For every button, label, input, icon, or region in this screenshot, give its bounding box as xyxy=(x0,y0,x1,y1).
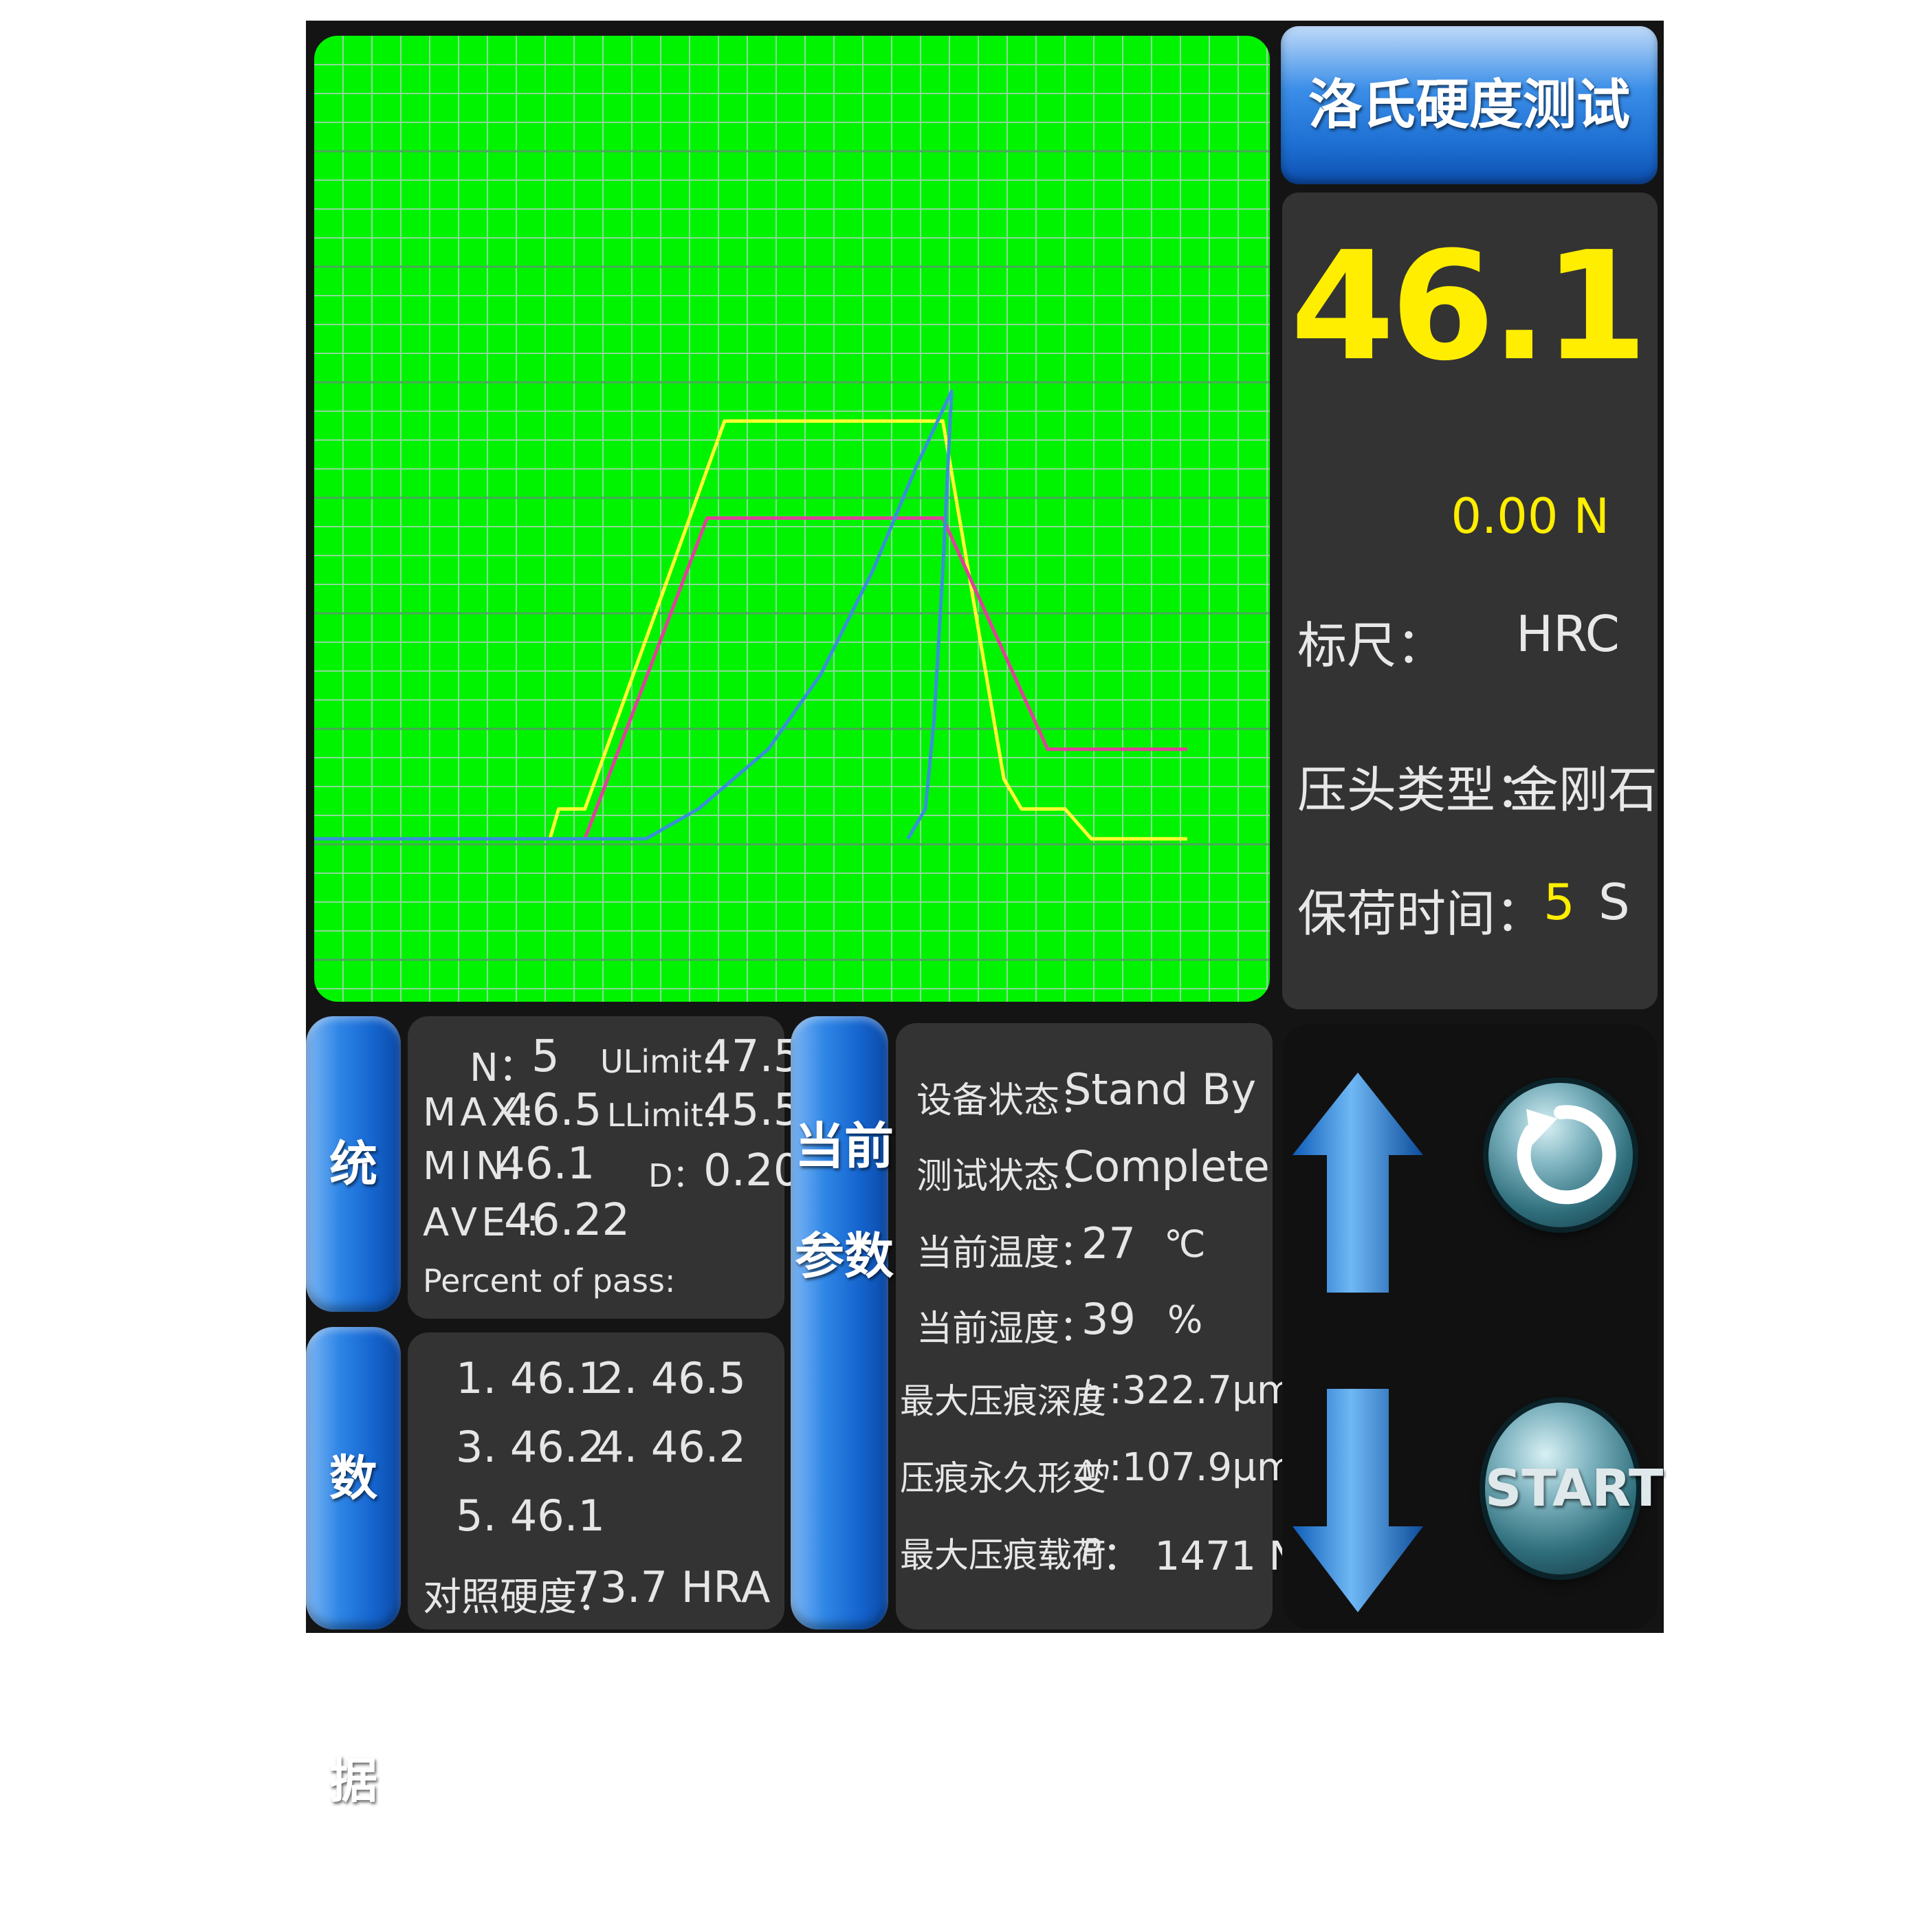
data-item-5: 5. 46.1 xyxy=(456,1491,605,1541)
stats-panel: N： 5 MAX: 46.5 MIN: 46.1 AVE : 46.22 Per… xyxy=(408,1016,802,1319)
indenter-value: 金刚石 xyxy=(1509,761,1658,819)
chart-series-1 xyxy=(314,419,1187,841)
reference-hardness-value: 73.7 HRA xyxy=(573,1562,771,1612)
permanent-deformation-symbol: Δh xyxy=(1076,1455,1111,1485)
params-panel: 设备状态： Stand By 测试状态： Complete 当前温度： 27 ℃… xyxy=(896,1023,1299,1629)
device-status-value: Stand By xyxy=(1064,1064,1257,1115)
max-load-symbol: P xyxy=(1081,1532,1101,1569)
max-depth-label: 最大压痕深度 xyxy=(900,1381,1106,1421)
temperature-unit: ℃ xyxy=(1164,1222,1206,1266)
stats-ulimit-value: 47.5 xyxy=(703,1031,802,1082)
max-depth-symbol: h xyxy=(1081,1374,1102,1411)
test-status-value: Complete xyxy=(1064,1141,1270,1192)
control-panel: START xyxy=(1282,1024,1664,1629)
reset-button[interactable] xyxy=(1488,1083,1633,1227)
start-label: START xyxy=(1485,1459,1664,1518)
stats-n-label: N： xyxy=(470,1046,537,1090)
arrow-up-icon[interactable] xyxy=(1289,1073,1427,1299)
hardness-value: 46.1 xyxy=(1290,220,1648,394)
humidity-value: 39 xyxy=(1081,1294,1136,1344)
force-value: 0.00 N xyxy=(1451,488,1609,545)
chart-series-3 xyxy=(314,389,954,841)
stats-pass-label: Percent of pass: xyxy=(423,1262,676,1299)
max-depth-value: :322.7μm xyxy=(1109,1368,1295,1413)
stats-llimit-value: 45.5 xyxy=(703,1085,802,1136)
data-item-2: 2. 46.5 xyxy=(597,1353,746,1403)
data-item-3: 3. 46.2 xyxy=(456,1422,605,1472)
current-params-line1: 当前 xyxy=(795,1117,894,1175)
max-load-value: ： 1471 N xyxy=(1102,1533,1299,1579)
chart-canvas xyxy=(314,36,1270,1002)
scale-label: 标尺： xyxy=(1297,617,1446,674)
humidity-unit: % xyxy=(1167,1298,1203,1341)
stats-min-value: 46.1 xyxy=(497,1139,595,1189)
stats-d-value: 0.20 xyxy=(703,1145,802,1196)
dwell-value: 5 xyxy=(1543,873,1575,931)
scale-value: HRC xyxy=(1516,605,1620,663)
permanent-deformation-value: :107.9μm xyxy=(1109,1445,1295,1490)
hardness-tester-screen: 洛氏硬度测试 46.1 0.00 N 标尺： HRC 压头类型： 金刚石 保荷时… xyxy=(306,21,1664,1809)
dwell-label: 保荷时间： xyxy=(1297,885,1546,943)
data-button[interactable]: 数据 xyxy=(306,1327,401,1809)
stats-n-value: 5 xyxy=(531,1031,560,1082)
dwell-unit: S xyxy=(1598,873,1630,931)
readout-panel: 46.1 0.00 N 标尺： HRC 压头类型： 金刚石 保荷时间： 5 S xyxy=(1282,193,1658,1009)
page-title: 洛氏硬度测试 xyxy=(1281,26,1658,184)
current-params-button[interactable]: 当前 参数 xyxy=(791,1016,894,1629)
reset-icon xyxy=(1517,1105,1616,1205)
arrow-down-icon[interactable] xyxy=(1289,1389,1427,1616)
humidity-label: 当前湿度： xyxy=(916,1308,1096,1350)
data-item-1: 1. 46.1 xyxy=(456,1353,605,1403)
indenter-label: 压头类型： xyxy=(1297,761,1546,819)
data-panel: 1. 46.1 2. 46.5 3. 46.2 4. 46.2 5. 46.1 … xyxy=(408,1332,784,1629)
force-curve-chart xyxy=(314,36,1270,1002)
start-button[interactable]: START xyxy=(1485,1403,1664,1574)
temperature-value: 27 xyxy=(1081,1218,1136,1269)
temperature-label: 当前温度： xyxy=(916,1233,1096,1274)
stats-max-value: 46.5 xyxy=(504,1085,602,1136)
max-load-label: 最大压痕载荷 xyxy=(900,1535,1106,1575)
stats-ave-value: 46.22 xyxy=(504,1195,630,1246)
current-params-line2: 参数 xyxy=(795,1227,894,1285)
chart-series-2 xyxy=(314,516,1187,841)
permanent-deformation-label: 压痕永久形变 xyxy=(900,1458,1106,1498)
stats-button[interactable]: 统计 xyxy=(306,1016,401,1488)
stats-d-label: D： xyxy=(648,1157,705,1194)
data-item-4: 4. 46.2 xyxy=(597,1422,746,1472)
